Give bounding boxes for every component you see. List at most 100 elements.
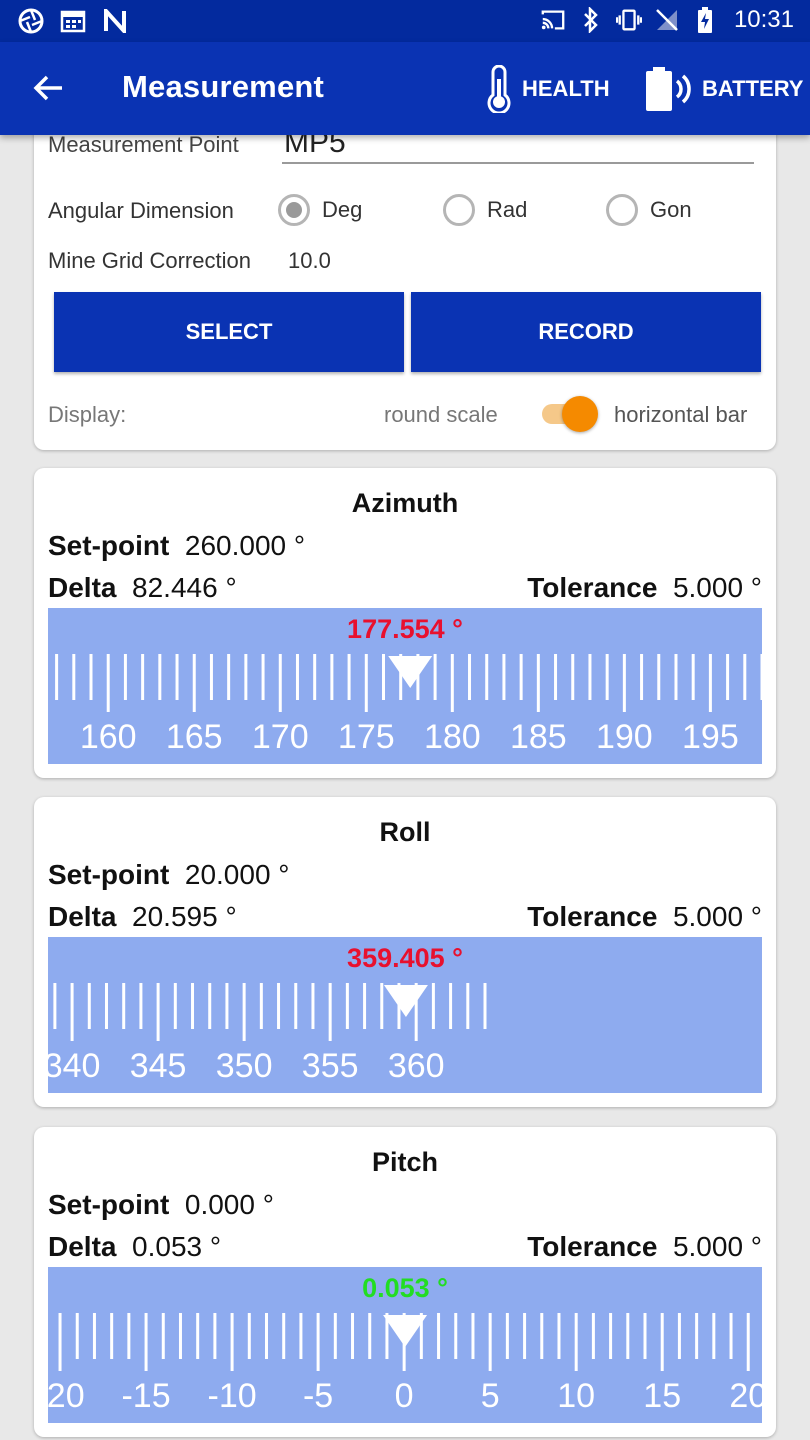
azimuth-card: Azimuth Set-point 260.000 ° Delta 82.446… xyxy=(34,468,776,778)
delta-value: 0.053 ° xyxy=(132,1231,222,1262)
back-button[interactable] xyxy=(26,66,70,110)
azimuth-scale: 160165170175180185190195200 177.554 ° xyxy=(48,608,762,764)
setpoint-row: Set-point 20.000 ° xyxy=(48,859,290,891)
reading-pointer xyxy=(388,656,433,688)
setpoint-label: Set-point xyxy=(48,859,170,890)
scale-tick-label: 350 xyxy=(216,1047,273,1085)
roll-card: Roll Set-point 20.000 ° Delta 20.595 ° T… xyxy=(34,797,776,1107)
record-button[interactable]: RECORD xyxy=(411,292,761,372)
status-bar: 10:31 xyxy=(0,0,810,42)
setpoint-value: 260.000 ° xyxy=(184,530,306,561)
scale-tick-label: 160 xyxy=(80,718,137,756)
delta-row: Delta 0.053 ° xyxy=(48,1231,221,1263)
reading-value: 177.554 ° xyxy=(347,614,463,644)
scale-tick-label: 170 xyxy=(252,718,309,756)
scale-tick-label: 360 xyxy=(388,1047,445,1085)
measurement-point-label: Measurement Point xyxy=(48,132,239,157)
reading-value: 359.405 ° xyxy=(347,943,463,973)
scale-tick-label: 0 xyxy=(395,1377,414,1415)
scale-tick-label: 195 xyxy=(682,718,739,756)
radio-rad-label: Rad xyxy=(487,197,528,222)
camera-aperture-icon xyxy=(18,8,44,34)
scale-tick-label: -15 xyxy=(121,1377,170,1415)
delta-row: Delta 82.446 ° xyxy=(48,572,237,604)
tolerance-value: 5.000 ° xyxy=(672,572,762,603)
battery-charging-icon xyxy=(692,7,718,33)
card-title: Azimuth xyxy=(351,488,459,518)
app-bar: Measurement HEALTH BATTERY xyxy=(0,42,810,135)
settings-card: Measurement Point Angular Dimension Deg … xyxy=(34,110,776,450)
scale-tick-label: 340 xyxy=(48,1047,100,1085)
setpoint-row: Set-point 0.000 ° xyxy=(48,1189,274,1221)
display-mode-toggle[interactable] xyxy=(540,396,598,432)
radio-gon-label: Gon xyxy=(650,197,692,222)
arrow-left-icon xyxy=(33,75,62,101)
scale-tick-label: 175 xyxy=(338,718,395,756)
tolerance-row: Tolerance 5.000 ° xyxy=(527,901,762,933)
delta-label: Delta xyxy=(48,572,117,603)
delta-label: Delta xyxy=(48,1231,117,1262)
mine-grid-correction-label: Mine Grid Correction xyxy=(48,248,251,273)
scale-tick-label: 345 xyxy=(130,1047,187,1085)
radio-rad-indicator xyxy=(443,194,475,226)
round-scale-label: round scale xyxy=(384,402,498,427)
radio-deg-indicator xyxy=(278,194,310,226)
status-time: 10:31 xyxy=(733,6,794,33)
delta-row: Delta 20.595 ° xyxy=(48,901,237,933)
select-button[interactable]: SELECT xyxy=(54,292,404,372)
health-label: HEALTH xyxy=(522,76,610,101)
horizontal-bar-label: horizontal bar xyxy=(614,402,748,427)
setpoint-value: 20.000 ° xyxy=(184,859,290,890)
card-title: Pitch xyxy=(371,1147,438,1177)
delta-label: Delta xyxy=(48,901,117,932)
scale-tick-label: -5 xyxy=(303,1377,333,1415)
battery-label: BATTERY xyxy=(702,76,804,101)
toggle-thumb xyxy=(562,396,598,432)
scale-tick-label: 185 xyxy=(510,718,567,756)
scale-tick-label: 180 xyxy=(424,718,481,756)
no-signal-icon xyxy=(654,7,680,33)
radio-deg-label: Deg xyxy=(322,197,363,222)
scale-tick-label: 20 xyxy=(729,1377,762,1415)
tolerance-value: 5.000 ° xyxy=(672,901,762,932)
radio-gon[interactable]: Gon xyxy=(606,194,692,226)
radio-selected-dot xyxy=(286,202,302,218)
radio-deg[interactable]: Deg xyxy=(278,194,362,226)
health-button[interactable]: HEALTH xyxy=(484,64,610,114)
setpoint-label: Set-point xyxy=(48,1189,170,1220)
delta-value: 20.595 ° xyxy=(132,901,237,932)
angular-dimension-label: Angular Dimension xyxy=(48,198,234,223)
scale-tick-label: 355 xyxy=(302,1047,359,1085)
tolerance-label: Tolerance xyxy=(527,1231,658,1262)
card-title: Roll xyxy=(379,817,431,847)
scale-tick-label: 165 xyxy=(166,718,223,756)
vibrate-icon xyxy=(615,7,642,33)
tolerance-value: 5.000 ° xyxy=(672,1231,762,1262)
tolerance-row: Tolerance 5.000 ° xyxy=(527,1231,762,1263)
scale-tick-label: 190 xyxy=(596,718,653,756)
scale-tick-label: -10 xyxy=(208,1377,257,1415)
tolerance-row: Tolerance 5.000 ° xyxy=(527,572,762,604)
setpoint-row: Set-point 260.000 ° xyxy=(48,530,305,562)
battery-signal-icon xyxy=(646,67,691,111)
radio-gon-indicator xyxy=(606,194,638,226)
scale-tick-label: 10 xyxy=(557,1377,595,1415)
setpoint-label: Set-point xyxy=(48,530,170,561)
roll-scale: 340 345 350 355 360 359.405 ° xyxy=(48,937,762,1093)
mine-grid-correction-value: 10.0 xyxy=(288,248,331,273)
tolerance-label: Tolerance xyxy=(527,572,658,603)
display-label: Display: xyxy=(48,402,127,427)
scale-tick-label: 15 xyxy=(643,1377,681,1415)
radio-rad[interactable]: Rad xyxy=(443,194,527,226)
pitch-scale: -20 -15 -10 -5 0 5 10 15 20 0.053 ° xyxy=(48,1267,762,1423)
pitch-card: Pitch Set-point 0.000 ° Delta 0.053 ° To… xyxy=(34,1127,776,1437)
n-logo-icon xyxy=(102,8,128,34)
thermometer-icon xyxy=(487,65,511,113)
reading-pointer xyxy=(383,985,428,1017)
battery-button[interactable]: BATTERY xyxy=(644,64,803,114)
calendar-icon xyxy=(60,8,86,34)
tolerance-label: Tolerance xyxy=(527,901,658,932)
setpoint-value: 0.000 ° xyxy=(184,1189,274,1220)
scale-tick-label: -20 xyxy=(48,1377,85,1415)
reading-value: 0.053 ° xyxy=(362,1273,448,1303)
